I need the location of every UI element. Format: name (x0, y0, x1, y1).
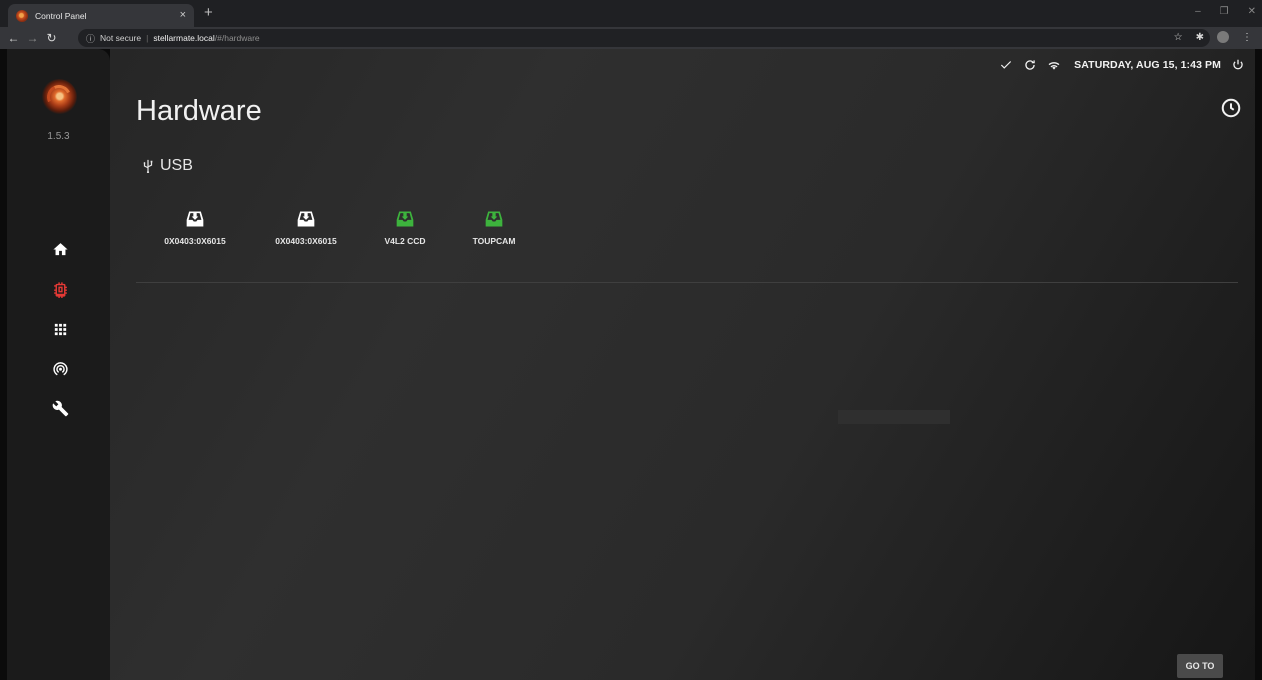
browser-window: Control Panel × + – ❐ ✕ ← → ↻ ⓘ Not secu… (0, 0, 1262, 680)
device-label: 0X0403:0X6015 (164, 236, 226, 246)
device-label: V4L2 CCD (384, 236, 426, 246)
menu-dots-icon[interactable]: ⋮ (1242, 32, 1252, 43)
address-path: /#/hardware (214, 33, 260, 43)
app-version: 1.5.3 (47, 131, 70, 142)
device-label: 0X0403:0X6015 (275, 236, 337, 246)
profile-avatar[interactable] (1217, 31, 1229, 43)
broadcast-icon (52, 361, 68, 375)
usb-drive-icon (297, 211, 315, 227)
goto-button[interactable]: GO TO (1177, 654, 1223, 678)
restore-button[interactable]: ❐ (1220, 6, 1229, 17)
usb-device[interactable]: 0X0403:0X6015 (150, 209, 240, 246)
usb-section-header: USB (142, 157, 193, 175)
wrench-icon (52, 400, 68, 416)
usb-device[interactable]: 0X0403:0X6015 (261, 209, 351, 246)
device-label: TOUPCAM (472, 236, 516, 246)
favicon-icon (16, 9, 28, 22)
sidebar-item-apps[interactable] (51, 320, 69, 338)
sidebar-item-home[interactable] (51, 240, 69, 258)
browser-toolbar: ← → ↻ ⓘ Not secure | stellarmate.local /… (0, 27, 1262, 49)
tab-close-button[interactable]: × (180, 10, 186, 21)
sidebar-item-network[interactable] (51, 359, 69, 377)
page-title: Hardware (136, 95, 262, 127)
security-label: Not secure (100, 33, 142, 43)
stellarmate-logo[interactable] (41, 79, 77, 115)
bookmark-star-icon[interactable]: ☆ (1174, 32, 1183, 43)
reload-button[interactable]: ↻ (42, 32, 61, 44)
usb-device[interactable]: V4L2 CCD (360, 209, 450, 246)
chip-icon (53, 281, 67, 298)
status-bar: SATURDAY, AUG 15, 1:43 PM (999, 58, 1245, 72)
usb-device[interactable]: TOUPCAM (449, 209, 539, 246)
sync-status-icon[interactable] (1023, 58, 1037, 72)
sidebar-item-hardware[interactable] (51, 280, 69, 298)
usb-drive-icon (485, 211, 503, 227)
apps-grid-icon (54, 323, 66, 335)
tab-title: Control Panel (35, 10, 87, 21)
main-panel: SATURDAY, AUG 15, 1:43 PM Hardware USB 0… (110, 49, 1255, 680)
address-host: stellarmate.local (153, 33, 215, 43)
page-content: 1.5.3 SATURDAY, AUG 15, 1:43 PM Hardware… (0, 49, 1262, 680)
close-window-button[interactable]: ✕ (1248, 6, 1256, 17)
address-bar[interactable]: ⓘ Not secure | stellarmate.local /#/hard… (78, 29, 1210, 47)
window-controls: – ❐ ✕ (1195, 6, 1256, 17)
check-icon (1001, 61, 1012, 69)
sidebar-item-tools[interactable] (51, 399, 69, 417)
address-separator: | (146, 33, 149, 43)
wifi-icon[interactable] (1047, 58, 1061, 72)
power-icon[interactable] (1231, 58, 1245, 72)
section-title: USB (160, 157, 193, 174)
new-tab-button[interactable]: + (204, 4, 213, 22)
usb-drive-icon (396, 211, 414, 227)
tab-strip: Control Panel × + – ❐ ✕ (0, 0, 1262, 27)
clock-icon[interactable] (1220, 97, 1242, 119)
section-divider (136, 282, 1238, 283)
home-icon (52, 242, 68, 255)
faint-overlay-box (838, 410, 950, 424)
toolbar-actions: ☆ ✱ ⋮ (1174, 31, 1252, 43)
sidebar: 1.5.3 (7, 49, 110, 680)
back-button[interactable]: ← (4, 32, 23, 44)
usb-drive-icon (186, 211, 204, 227)
info-icon[interactable]: ⓘ (86, 32, 95, 45)
date-time: SATURDAY, AUG 15, 1:43 PM (1074, 59, 1221, 71)
usb-icon (143, 159, 153, 173)
browser-tab[interactable]: Control Panel × (8, 4, 194, 27)
extensions-icon[interactable]: ✱ (1196, 32, 1204, 43)
minimize-button[interactable]: – (1195, 6, 1201, 17)
forward-button[interactable]: → (23, 32, 42, 44)
